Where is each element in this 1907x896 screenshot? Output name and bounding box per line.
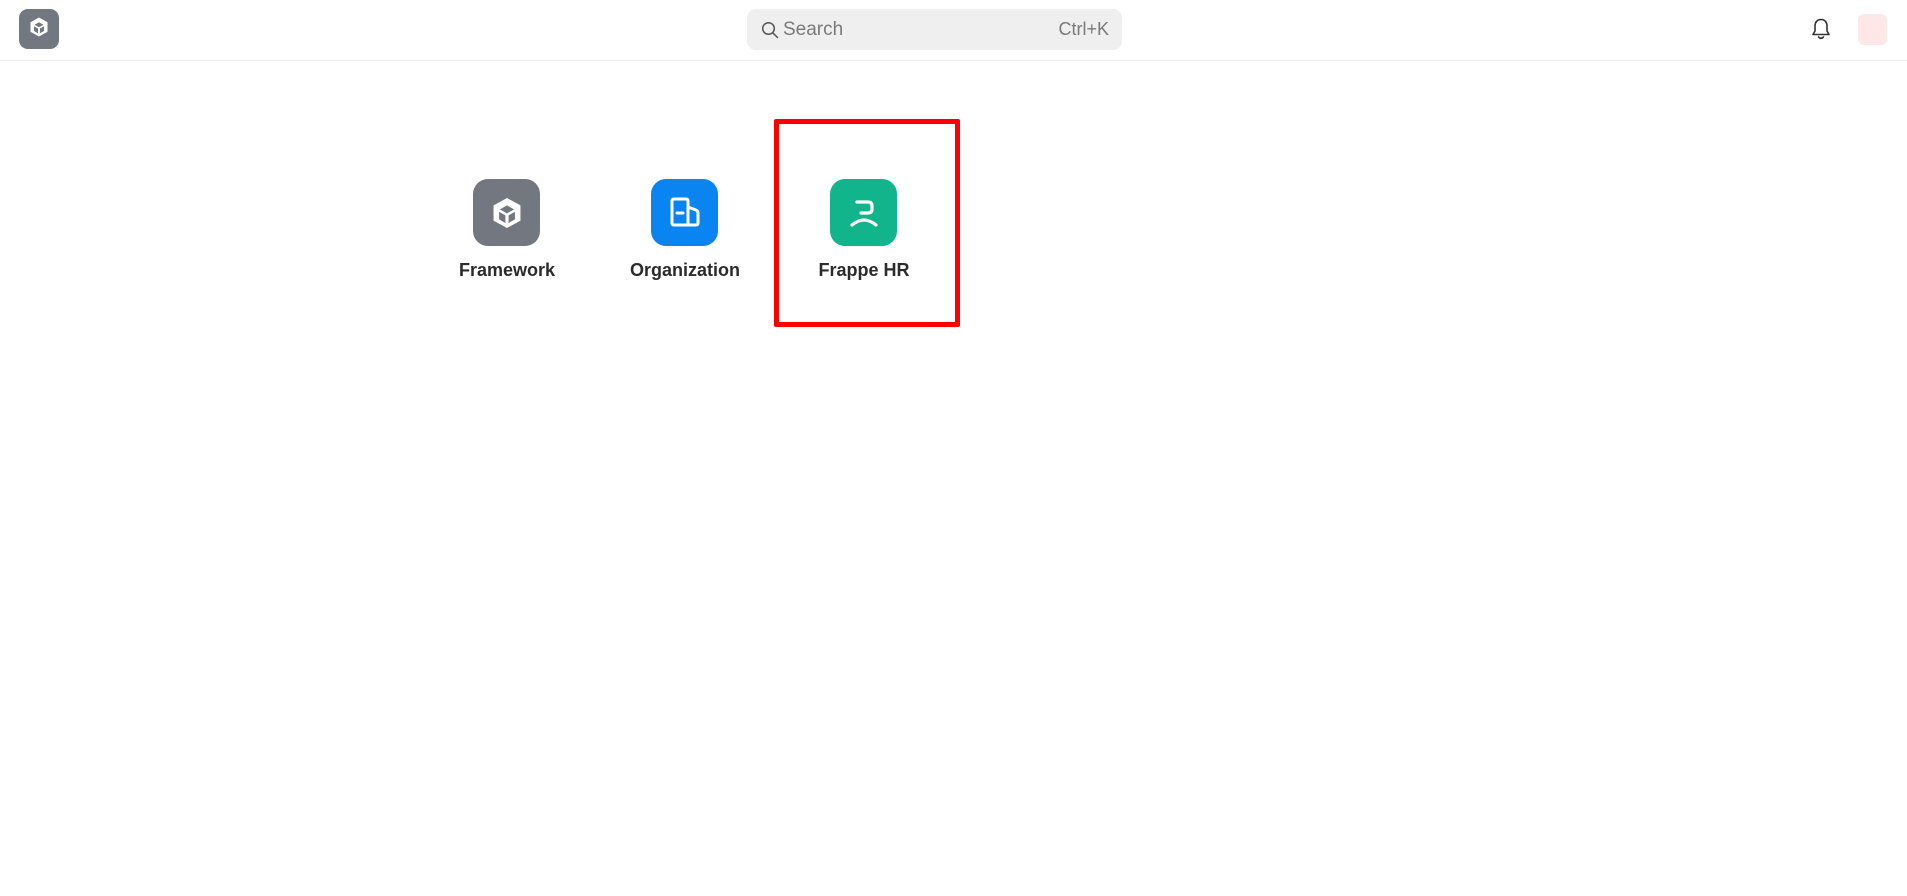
search-icon xyxy=(760,20,779,39)
search-input[interactable] xyxy=(783,9,1033,50)
cube-icon xyxy=(27,15,51,44)
app-label-organization: Organization xyxy=(629,260,740,280)
bell-icon xyxy=(1810,17,1832,46)
building-icon xyxy=(651,179,718,246)
notifications-button[interactable] xyxy=(1809,18,1833,44)
app-logo[interactable] xyxy=(19,9,59,49)
cube-icon xyxy=(473,179,540,246)
app-label-framework: Framework xyxy=(458,260,556,280)
top-navbar: Ctrl+K xyxy=(0,0,1907,61)
app-label-frappe-hr: Frappe HR xyxy=(818,260,910,280)
user-avatar[interactable] xyxy=(1858,14,1887,45)
frappe-hr-icon xyxy=(830,179,897,246)
search-bar[interactable]: Ctrl+K xyxy=(747,9,1122,50)
search-shortcut-hint: Ctrl+K xyxy=(1058,19,1109,39)
